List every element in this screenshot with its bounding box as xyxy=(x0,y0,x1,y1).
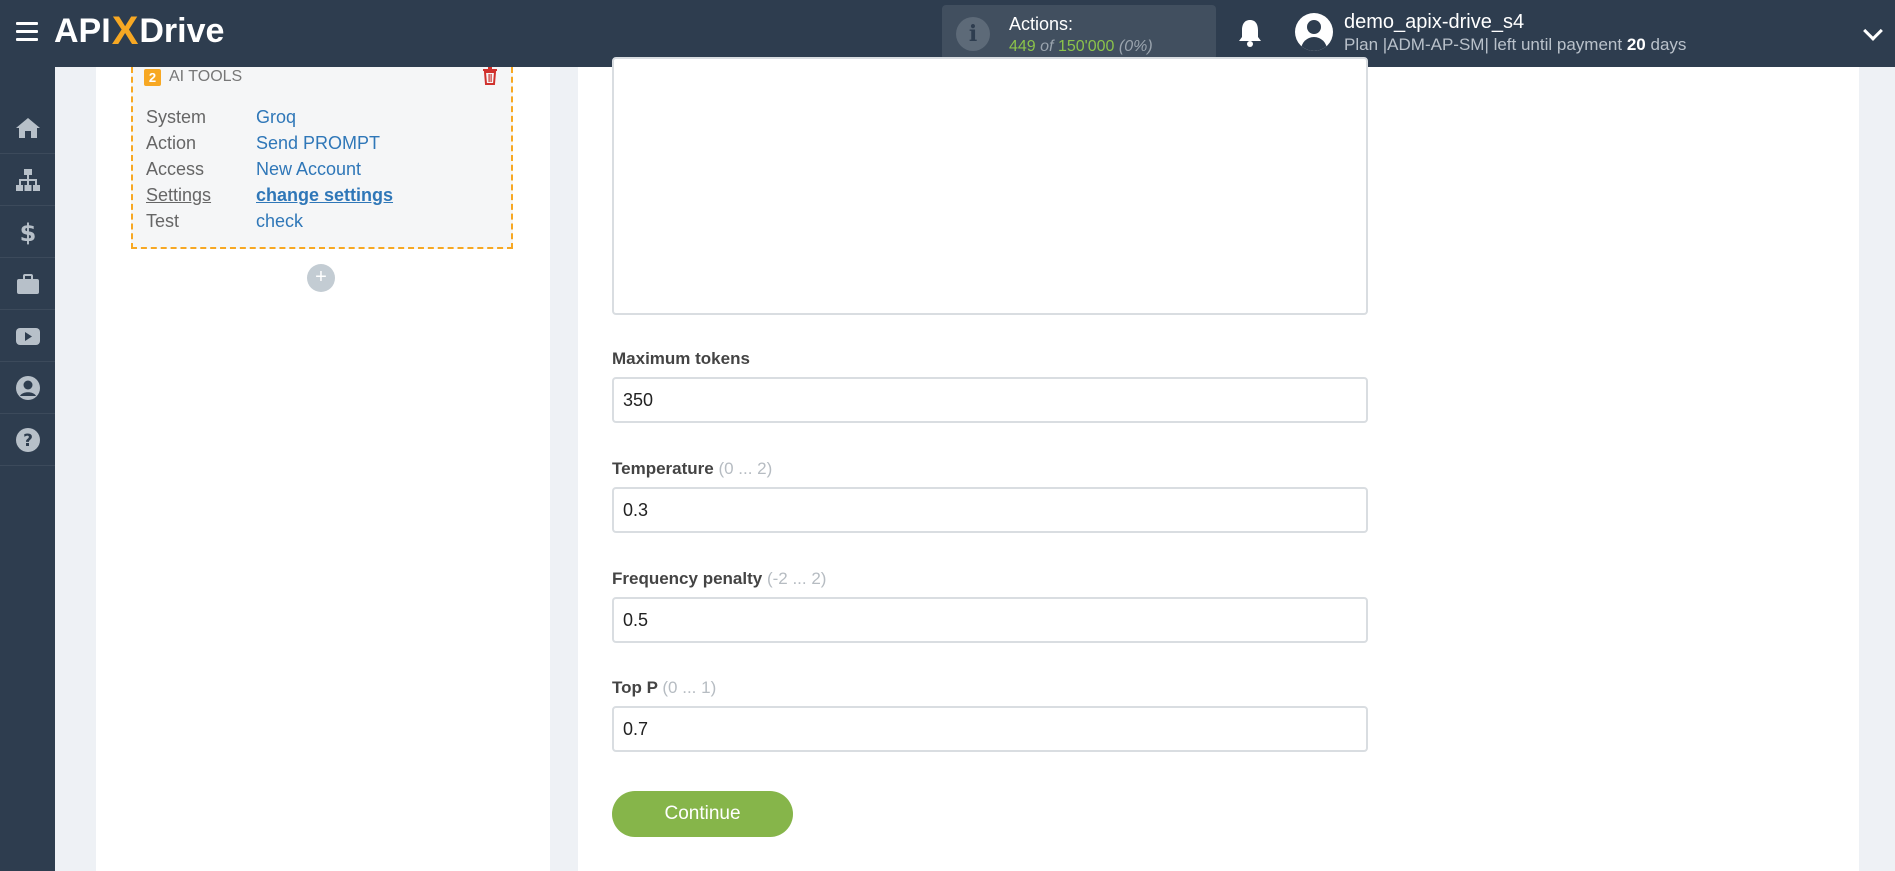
nav-video[interactable] xyxy=(0,310,55,362)
menu-icon[interactable] xyxy=(16,22,38,42)
row-value-link[interactable]: New Account xyxy=(256,159,361,180)
label-text: Maximum tokens xyxy=(612,349,750,368)
actions-percent: (0%) xyxy=(1118,38,1153,55)
actions-value: 449 of 150'000 (0%) xyxy=(1009,38,1153,56)
sitemap-icon xyxy=(15,168,40,191)
row-key: Settings xyxy=(146,185,212,205)
ai-tools-card[interactable]: 2 AI TOOLS System Groq Action Send PROMP… xyxy=(131,67,513,249)
row-key: Access xyxy=(146,159,205,179)
row-key: System xyxy=(146,107,207,127)
bell-icon[interactable] xyxy=(1236,18,1264,48)
logo-text-x: X xyxy=(111,8,139,53)
step-number-badge: 2 xyxy=(144,68,161,86)
card-title: AI TOOLS xyxy=(169,68,243,85)
card-header: 2 AI TOOLS xyxy=(144,67,242,87)
apix-drive-logo[interactable]: API X Drive xyxy=(54,9,224,53)
add-step-button[interactable]: + xyxy=(307,264,335,292)
youtube-icon xyxy=(15,327,40,345)
flow-panel: 2 AI TOOLS System Groq Action Send PROMP… xyxy=(96,67,550,871)
row-value-link[interactable]: Groq xyxy=(256,107,296,128)
logo-text-drive: Drive xyxy=(139,11,225,50)
user-icon xyxy=(15,375,40,400)
svg-text:$: $ xyxy=(19,219,36,246)
prompt-textarea[interactable] xyxy=(612,57,1368,315)
avatar[interactable] xyxy=(1295,13,1333,51)
plan-info: Plan |ADM-AP-SM| left until payment 20 d… xyxy=(1344,35,1686,55)
nav-help[interactable]: ? xyxy=(0,414,55,466)
plan-days-suffix: days xyxy=(1650,35,1687,54)
label-text: Temperature xyxy=(612,459,714,478)
top-p-input[interactable]: 0.7 xyxy=(612,706,1368,752)
nav-home[interactable] xyxy=(0,102,55,154)
home-icon xyxy=(15,117,40,138)
check-link[interactable]: check xyxy=(256,211,303,232)
briefcase-icon xyxy=(16,273,39,294)
label-hint: (-2 ... 2) xyxy=(766,569,827,588)
actions-counter[interactable]: i Actions: 449 of 150'000 (0%) xyxy=(942,5,1216,60)
max-tokens-input[interactable]: 350 xyxy=(612,377,1368,423)
actions-used: 449 xyxy=(1009,38,1036,55)
temperature-label: Temperature (0 ... 2) xyxy=(612,459,772,479)
label-hint: (0 ... 2) xyxy=(718,459,773,478)
plan-days: 20 xyxy=(1626,35,1646,54)
svg-text:?: ? xyxy=(23,431,33,451)
trash-icon[interactable] xyxy=(482,67,498,85)
row-value-link[interactable]: Send PROMPT xyxy=(256,133,380,154)
label-hint: (0 ... 1) xyxy=(662,678,717,697)
temperature-input[interactable]: 0.3 xyxy=(612,487,1368,533)
settings-form: Maximum tokens 350 Temperature (0 ... 2)… xyxy=(578,57,1859,871)
actions-of: of xyxy=(1040,38,1054,55)
help-icon: ? xyxy=(15,427,40,452)
nav-profile[interactable] xyxy=(0,362,55,414)
label-text: Frequency penalty xyxy=(612,569,763,588)
left-sidebar: $ ? xyxy=(0,67,55,871)
change-settings-link[interactable]: change settings xyxy=(256,185,393,206)
logo-text-api: API xyxy=(54,11,111,50)
continue-button[interactable]: Continue xyxy=(612,791,793,837)
top-p-label: Top P (0 ... 1) xyxy=(612,678,716,698)
frequency-penalty-label: Frequency penalty (-2 ... 2) xyxy=(612,569,826,589)
row-key: Test xyxy=(146,211,180,231)
nav-billing[interactable]: $ xyxy=(0,206,55,258)
chevron-down-icon[interactable] xyxy=(1863,21,1883,41)
actions-label: Actions: xyxy=(1009,14,1074,34)
frequency-penalty-input[interactable]: 0.5 xyxy=(612,597,1368,643)
dollar-icon: $ xyxy=(19,219,36,246)
plan-text: Plan |ADM-AP-SM| left until payment xyxy=(1344,35,1623,54)
nav-connections[interactable] xyxy=(0,154,55,206)
nav-tools[interactable] xyxy=(0,258,55,310)
actions-total: 150'000 xyxy=(1057,38,1115,55)
info-icon: i xyxy=(956,17,990,51)
label-text: Top P xyxy=(612,678,658,697)
max-tokens-label: Maximum tokens xyxy=(612,349,750,369)
username[interactable]: demo_apix-drive_s4 xyxy=(1344,11,1524,34)
row-key: Action xyxy=(146,133,197,153)
